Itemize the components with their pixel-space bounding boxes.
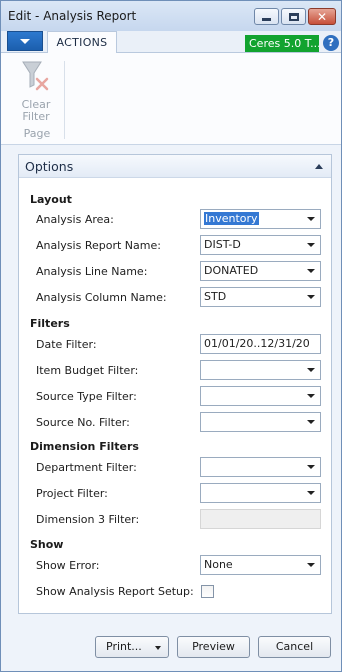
preview-button[interactable]: Preview [177,636,250,658]
item-budget-filter-select[interactable] [200,360,321,380]
options-title: Options [25,159,74,174]
source-no-filter-label: Source No. Filter: [36,416,130,429]
ribbon-body: Clear Filter Page [1,53,341,145]
analysis-line-name-select[interactable]: DONATED [200,261,321,281]
cancel-button[interactable]: Cancel [258,636,331,658]
close-button[interactable]: ✕ [308,8,336,25]
analysis-area-label: Analysis Area: [36,213,114,226]
section-dimension-filters: Dimension Filters [30,440,139,453]
close-icon: ✕ [316,9,328,24]
application-menu-button[interactable] [7,31,43,51]
collapse-icon[interactable] [315,164,323,169]
section-show: Show [30,538,64,551]
show-setup-checkbox[interactable] [201,585,214,598]
ribbon-group-page-label: Page [23,127,51,140]
options-panel: Options Layout Analysis Area: Inventory … [18,154,332,614]
clear-filter-icon [22,61,49,91]
department-filter-select[interactable] [200,457,321,477]
help-icon[interactable]: ? [323,35,339,51]
dimension3-filter-label: Dimension 3 Filter: [36,513,140,526]
chevron-down-icon [307,368,315,372]
chevron-down-icon[interactable] [155,646,161,650]
date-filter-label: Date Filter: [36,338,97,351]
date-filter-value: 01/01/20..12/31/20 [204,337,310,350]
dimension3-filter-input [200,509,321,529]
analysis-report-name-value: DIST-D [204,238,241,251]
analysis-report-window: Edit - Analysis Report ✕ ACTIONS Ceres 5… [0,0,342,672]
ribbon-separator [64,61,65,139]
analysis-column-name-select[interactable]: STD [200,287,321,307]
chevron-down-icon [20,38,30,44]
window-title: Edit - Analysis Report [8,9,137,23]
project-filter-label: Project Filter: [36,487,108,500]
company-badge[interactable]: Ceres 5.0 T... [245,35,319,52]
chevron-down-icon [307,394,315,398]
date-filter-input[interactable]: 01/01/20..12/31/20 [200,334,321,354]
maximize-button[interactable] [281,8,306,25]
minimize-button[interactable] [254,8,279,25]
chevron-down-icon [307,269,315,273]
analysis-report-name-label: Analysis Report Name: [36,239,161,252]
chevron-down-icon [307,465,315,469]
chevron-down-icon [307,243,315,247]
analysis-column-name-value: STD [204,290,227,303]
show-setup-label: Show Analysis Report Setup: [36,585,194,598]
source-type-filter-label: Source Type Filter: [36,390,137,403]
clear-filter-label: Clear Filter [21,98,51,123]
show-error-value: None [204,558,233,571]
minimize-icon [262,18,271,21]
tab-actions[interactable]: ACTIONS [47,31,117,54]
maximize-icon [288,12,299,21]
analysis-column-name-label: Analysis Column Name: [36,291,167,304]
print-button-label: Print... [106,640,142,653]
section-filters: Filters [30,317,70,330]
chevron-down-icon [307,295,315,299]
title-bar: Edit - Analysis Report ✕ [1,1,341,31]
source-type-filter-select[interactable] [200,386,321,406]
analysis-line-name-label: Analysis Line Name: [36,265,148,278]
show-error-select[interactable]: None [200,555,321,575]
analysis-area-value: Inventory [204,212,259,225]
show-error-label: Show Error: [36,559,100,572]
source-no-filter-select[interactable] [200,412,321,432]
chevron-down-icon [307,563,315,567]
item-budget-filter-label: Item Budget Filter: [36,364,139,377]
chevron-down-icon [307,217,315,221]
analysis-area-select[interactable]: Inventory [200,209,321,229]
department-filter-label: Department Filter: [36,461,137,474]
options-header[interactable]: Options [19,155,331,178]
print-button[interactable]: Print... [95,636,169,658]
section-layout: Layout [30,193,72,206]
project-filter-select[interactable] [200,483,321,503]
analysis-report-name-select[interactable]: DIST-D [200,235,321,255]
chevron-down-icon [307,491,315,495]
chevron-down-icon [307,420,315,424]
clear-filter-button[interactable]: Clear Filter [13,59,59,123]
analysis-line-name-value: DONATED [204,264,259,277]
ribbon-tab-bar: ACTIONS Ceres 5.0 T... ? [1,31,341,54]
